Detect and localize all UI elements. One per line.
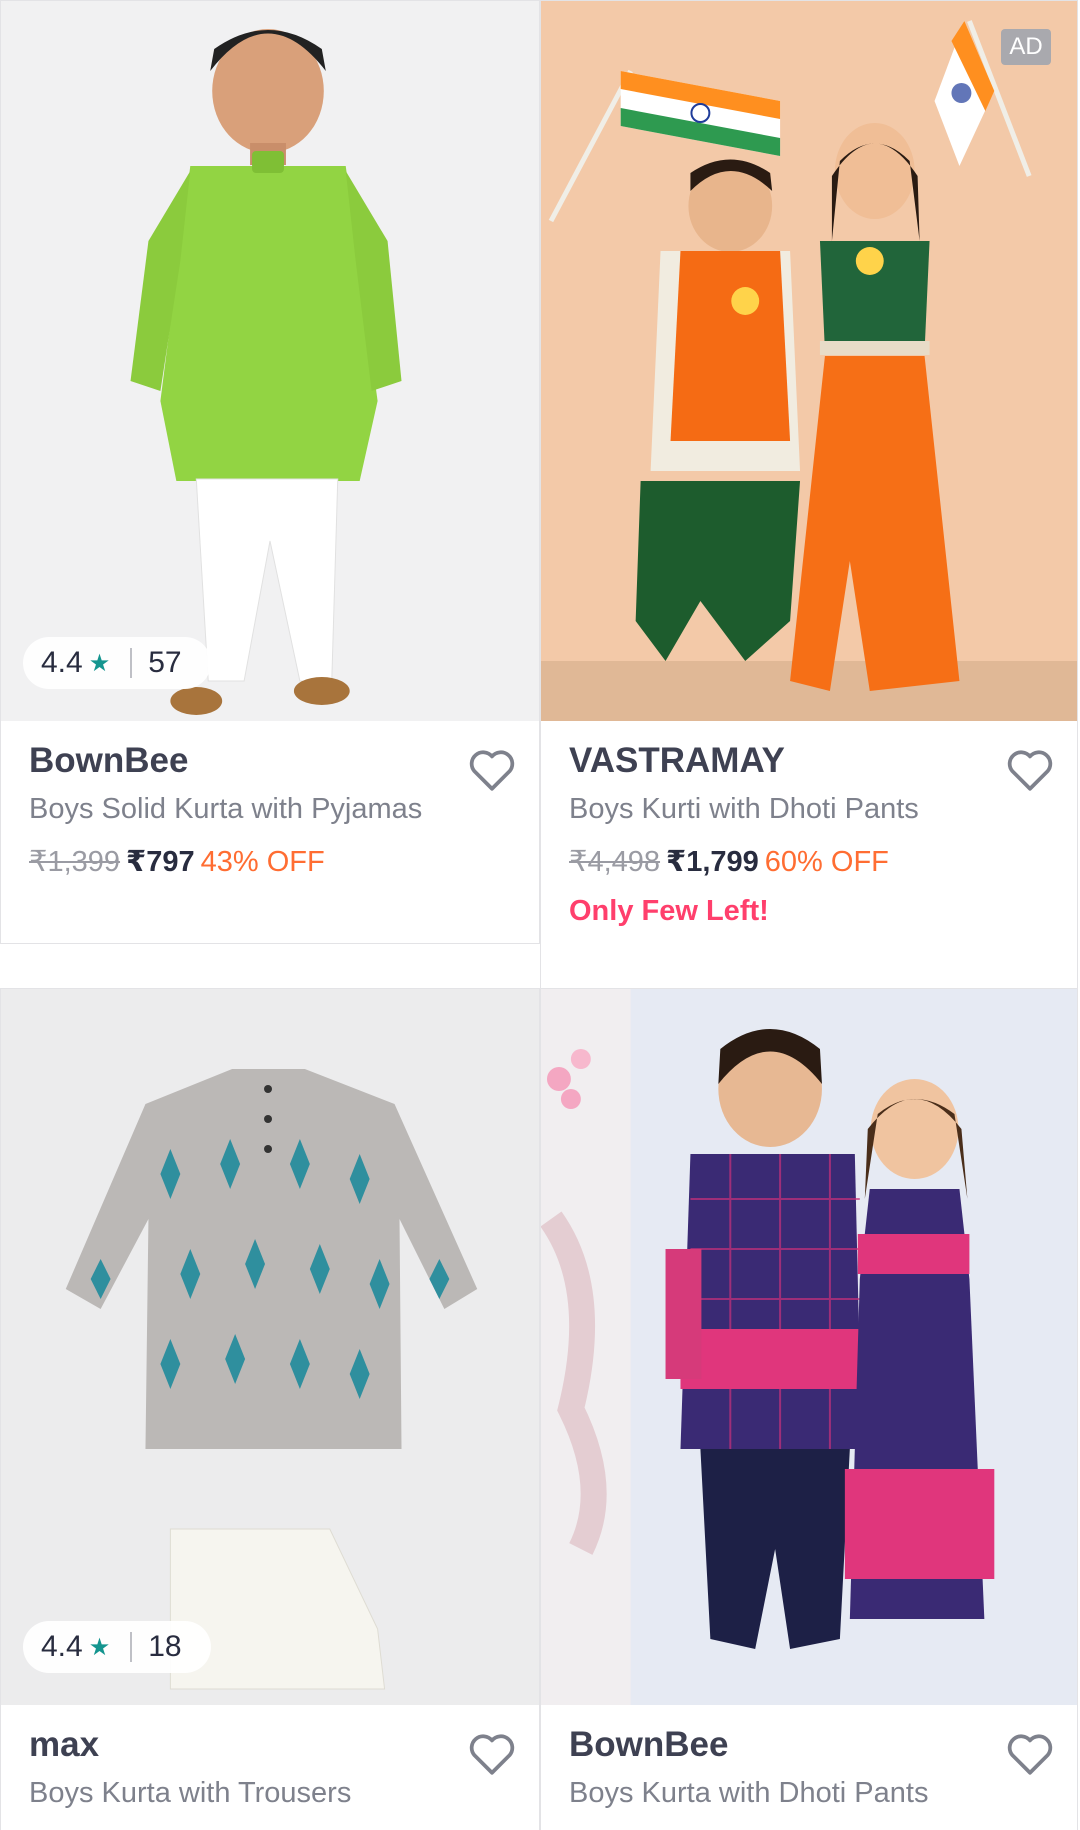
rating-count: 57 (148, 646, 182, 679)
wishlist-heart-icon[interactable] (1005, 1731, 1055, 1777)
product-image[interactable]: AD (541, 1, 1077, 721)
product-name: Boys Solid Kurta with Pyjamas (29, 793, 423, 825)
product-info: BownBee Boys Kurta with Dhoti Pants (569, 1725, 1057, 1810)
product-photo-kurti-dhoti (541, 1, 1077, 721)
product-name: Boys Kurta with Dhoti Pants (569, 1777, 929, 1809)
ad-badge: AD (1001, 29, 1051, 65)
product-image[interactable]: 4.4 ★ 18 (1, 989, 539, 1705)
product-brand: BownBee (569, 1725, 729, 1764)
product-brand: max (29, 1725, 100, 1764)
star-icon: ★ (88, 1633, 111, 1661)
product-photo-kurta-trousers (1, 989, 539, 1705)
stock-note: Only Few Left! (569, 895, 769, 927)
product-image[interactable] (541, 989, 1077, 1705)
discount-label: 43% OFF (200, 846, 325, 878)
product-brand: VASTRAMAY (569, 741, 785, 780)
product-card-2[interactable]: AD VASTRAMAY Boys Kurti with Dhoti Pants… (540, 0, 1078, 990)
product-info: BownBee Boys Solid Kurta with Pyjamas ₹1… (29, 741, 519, 879)
product-photo-kurta-dhoti-pair (541, 989, 1077, 1705)
product-card-4[interactable]: BownBee Boys Kurta with Dhoti Pants (540, 988, 1078, 1830)
original-price: ₹1,399 (29, 846, 121, 878)
product-info: max Boys Kurta with Trousers (29, 1725, 519, 1810)
product-name: Boys Kurti with Dhoti Pants (569, 793, 919, 825)
star-icon: ★ (88, 649, 111, 677)
product-photo-kurta-green (1, 1, 539, 721)
rating-value: 4.4 (41, 1630, 83, 1663)
wishlist-heart-icon[interactable] (467, 1731, 517, 1777)
rating-count: 18 (148, 1630, 182, 1663)
original-price: ₹4,498 (569, 846, 661, 878)
price-row: ₹4,498 ₹1,799 60% OFF (569, 844, 1057, 879)
discount-label: 60% OFF (764, 846, 889, 878)
product-info: VASTRAMAY Boys Kurti with Dhoti Pants ₹4… (569, 741, 1057, 928)
sale-price: ₹1,799 (666, 846, 759, 878)
rating-badge: 4.4 ★ 57 (23, 637, 211, 689)
product-card-1[interactable]: 4.4 ★ 57 BownBee Boys Solid Kurta with P… (0, 0, 540, 944)
rating-value: 4.4 (41, 646, 83, 679)
wishlist-heart-icon[interactable] (467, 747, 517, 793)
rating-divider (130, 1632, 133, 1662)
rating-badge: 4.4 ★ 18 (23, 1621, 211, 1673)
sale-price: ₹797 (126, 846, 195, 878)
product-image[interactable]: 4.4 ★ 57 (1, 1, 539, 721)
wishlist-heart-icon[interactable] (1005, 747, 1055, 793)
price-row: ₹1,399 ₹797 43% OFF (29, 844, 519, 879)
product-brand: BownBee (29, 741, 189, 780)
product-card-3[interactable]: 4.4 ★ 18 max Boys Kurta with Trousers (0, 988, 540, 1830)
product-name: Boys Kurta with Trousers (29, 1777, 352, 1809)
rating-divider (130, 648, 133, 678)
